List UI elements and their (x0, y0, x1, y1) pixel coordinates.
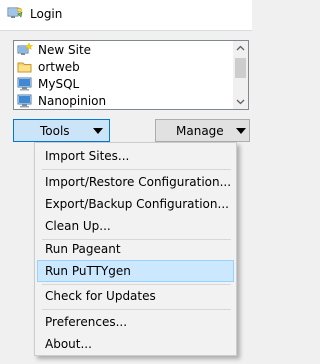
menu-separator (42, 169, 231, 170)
menu-item-label: Export/Backup Configuration... (45, 197, 229, 211)
scroll-down-icon[interactable] (233, 94, 248, 109)
list-scrollbar[interactable] (233, 41, 248, 109)
menu-item-label: Preferences... (45, 315, 128, 329)
tools-button-label: Tools (40, 124, 70, 138)
tools-button[interactable]: Tools (13, 119, 110, 142)
computer-icon (17, 94, 33, 108)
window-title: Login (30, 7, 63, 21)
menu-item-label: Import Sites... (45, 149, 130, 163)
site-item-label: Nanopinion (38, 93, 107, 108)
manage-button[interactable]: Manage (155, 119, 250, 142)
dropdown-arrow-icon (93, 128, 103, 134)
site-item-label: MySQL (38, 76, 80, 91)
folder-icon (17, 60, 33, 74)
site-item-label: ortweb (38, 59, 80, 74)
title-bar: Login (0, 0, 252, 31)
menu-item-check-for-updates[interactable]: Check for Updates (37, 285, 234, 307)
site-item-nanopinion[interactable]: Nanopinion (14, 92, 248, 109)
scroll-thumb[interactable] (235, 58, 246, 78)
menu-item-preferences[interactable]: Preferences... (37, 311, 234, 333)
menu-item-import-sites[interactable]: Import Sites... (37, 145, 234, 167)
dropdown-arrow-icon (236, 128, 246, 134)
tools-menu: Import Sites... Import/Restore Configura… (34, 142, 237, 356)
menu-item-clean-up[interactable]: Clean Up... (37, 215, 234, 237)
menu-item-label: Clean Up... (45, 219, 111, 233)
menu-item-label: Run Pageant (45, 242, 121, 256)
site-item-label: New Site (38, 42, 92, 57)
menu-item-label: Import/Restore Configuration... (45, 175, 232, 189)
menu-item-label: About... (45, 337, 92, 351)
site-item-ortweb[interactable]: ortweb (14, 58, 248, 75)
manage-button-label: Manage (176, 124, 224, 138)
menu-item-label: Check for Updates (45, 289, 156, 303)
site-item-mysql[interactable]: MySQL (14, 75, 248, 92)
menu-separator (42, 309, 231, 310)
menu-item-about[interactable]: About... (37, 333, 234, 355)
site-list[interactable]: New Site ortweb MySQL Nanopinion (13, 40, 249, 110)
menu-item-label: Run PuTTYgen (45, 264, 131, 278)
computer-icon (17, 77, 33, 91)
menu-item-run-pageant[interactable]: Run Pageant (37, 238, 234, 260)
menu-item-export-backup-configuration[interactable]: Export/Backup Configuration... (37, 193, 234, 215)
winscp-app-icon (7, 6, 23, 22)
new-site-icon (17, 41, 34, 57)
menu-item-run-puttygen[interactable]: Run PuTTYgen (37, 260, 234, 282)
scroll-up-icon[interactable] (233, 41, 248, 56)
menu-item-import-restore-configuration[interactable]: Import/Restore Configuration... (37, 171, 234, 193)
site-item-new-site[interactable]: New Site (14, 41, 248, 58)
